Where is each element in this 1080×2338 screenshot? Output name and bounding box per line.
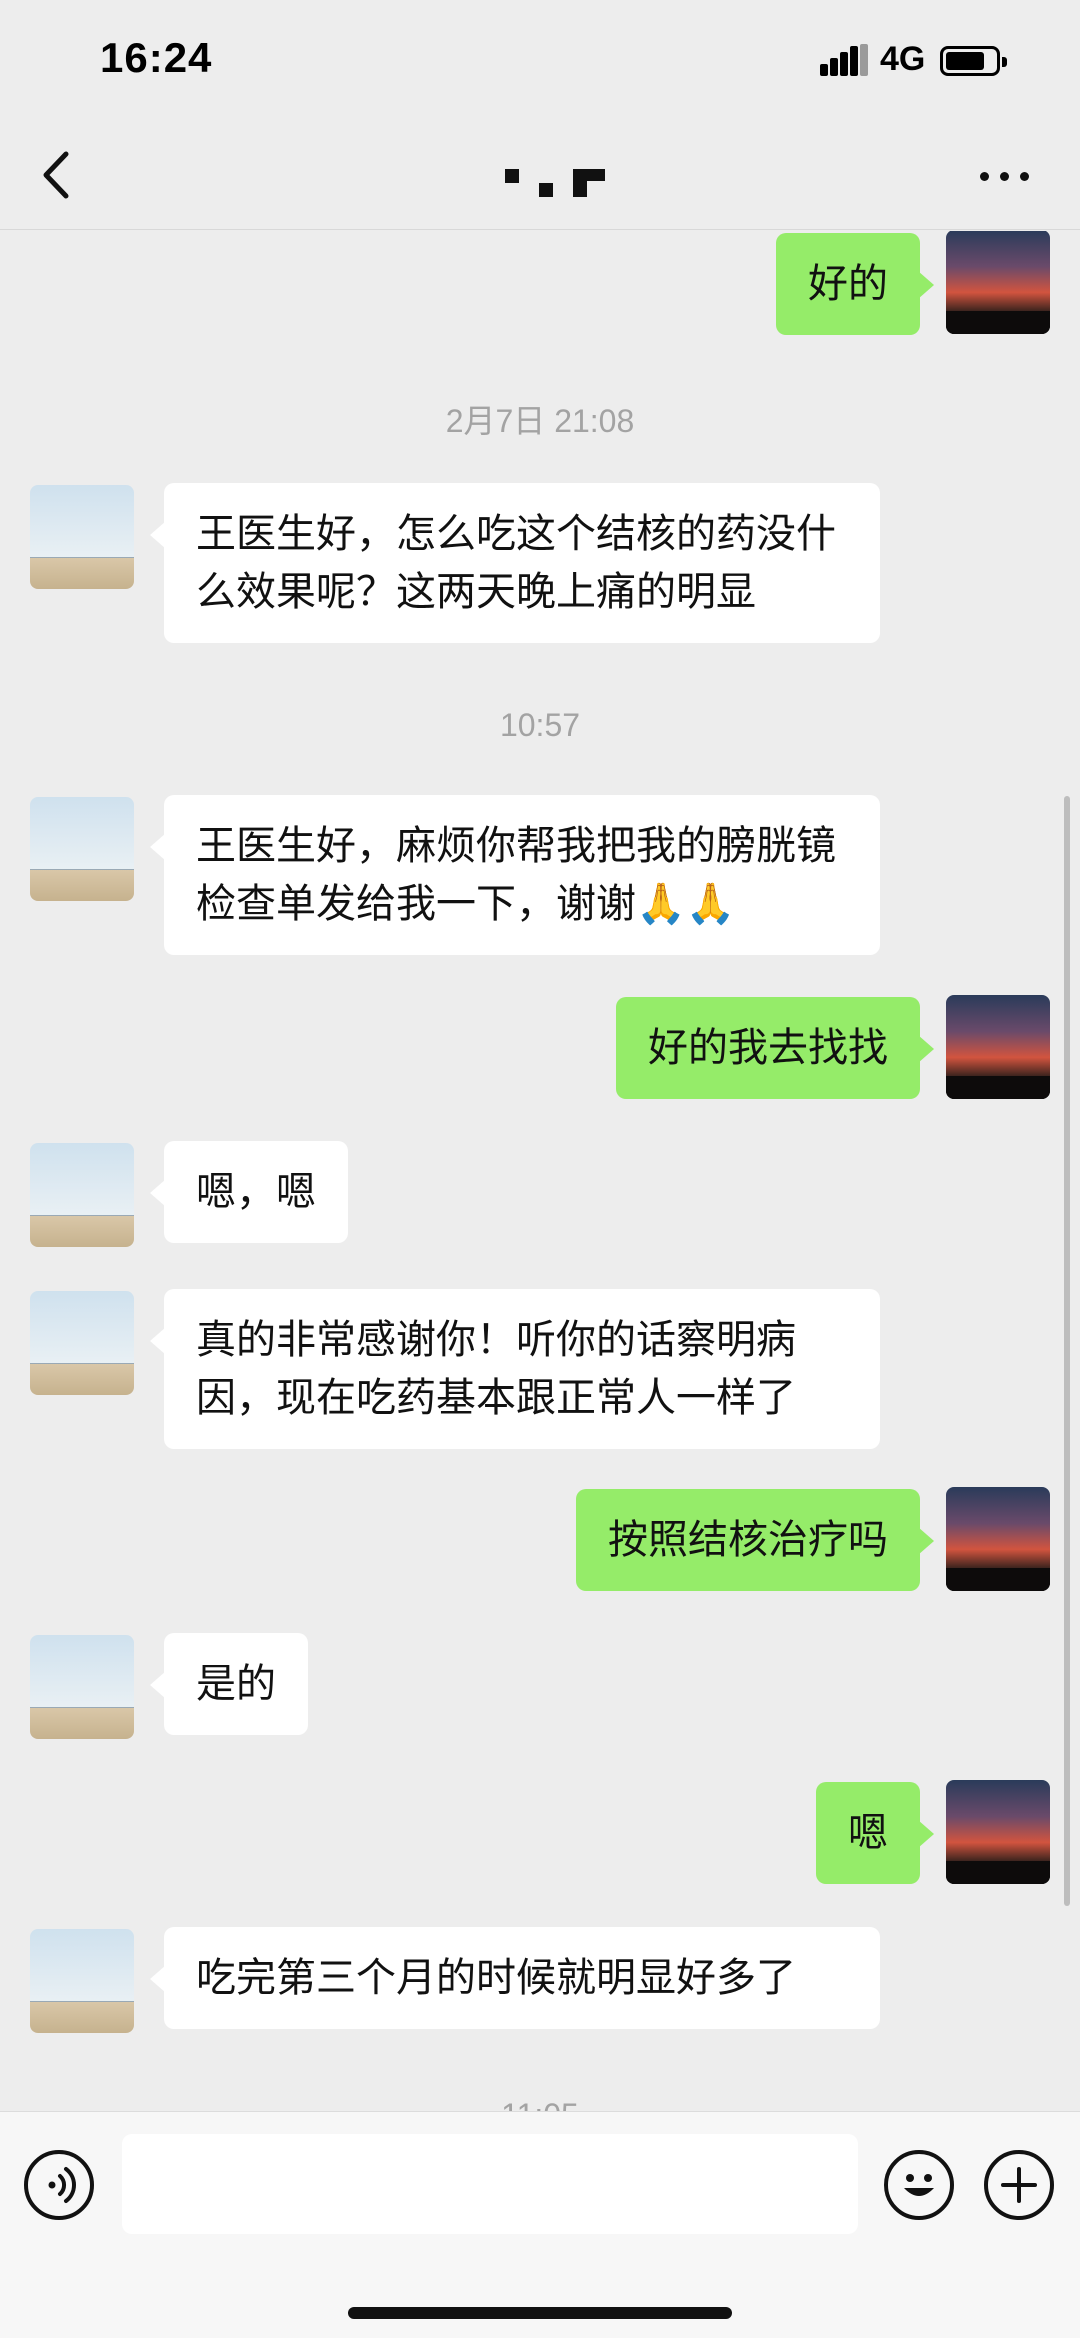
- message-bubble-received[interactable]: 王医生好，怎么吃这个结核的药没什么效果呢？这两天晚上痛的明显: [150, 483, 880, 643]
- more-options-icon[interactable]: [970, 150, 1040, 200]
- contact-avatar[interactable]: [30, 797, 134, 901]
- plus-icon: [1001, 2167, 1037, 2203]
- message-bubble-sent[interactable]: 好的我去找找: [616, 997, 934, 1099]
- message-timestamp: 11:05: [0, 2097, 1080, 2111]
- voice-input-button[interactable]: [24, 2150, 94, 2220]
- more-functions-button[interactable]: [984, 2150, 1054, 2220]
- my-avatar[interactable]: [946, 1487, 1050, 1591]
- status-bar: 16:24 4G: [0, 0, 1080, 120]
- contact-avatar[interactable]: [30, 1143, 134, 1247]
- contact-avatar[interactable]: [30, 1291, 134, 1395]
- my-avatar[interactable]: [946, 231, 1050, 334]
- emoji-button[interactable]: [884, 2150, 954, 2220]
- chat-scrollbar[interactable]: [1064, 796, 1070, 1906]
- chat-message-list[interactable]: 好的 2月7日 21:08 王医生好，怎么吃这个结核的药没什么效果呢？这两天晚上…: [0, 231, 1080, 2111]
- message-input[interactable]: [122, 2134, 858, 2234]
- contact-avatar[interactable]: [30, 1635, 134, 1739]
- voice-icon: [48, 2167, 76, 2203]
- message-bubble-received[interactable]: 嗯，嗯: [150, 1141, 348, 1243]
- contact-avatar[interactable]: [30, 485, 134, 589]
- my-avatar[interactable]: [946, 995, 1050, 1099]
- contact-avatar[interactable]: [30, 1929, 134, 2033]
- message-bubble-received[interactable]: 王医生好，麻烦你帮我把我的膀胱镜检查单发给我一下，谢谢🙏🙏: [150, 795, 880, 955]
- chat-title-redacted: [505, 165, 605, 205]
- back-arrow-icon[interactable]: [30, 142, 86, 208]
- network-type: 4G: [880, 40, 926, 78]
- my-avatar[interactable]: [946, 1780, 1050, 1884]
- input-bar: [0, 2111, 1080, 2338]
- message-bubble-received[interactable]: 是的: [150, 1633, 308, 1735]
- smiley-icon: [904, 2174, 934, 2196]
- status-time: 16:24: [100, 34, 213, 81]
- home-indicator[interactable]: [348, 2307, 732, 2319]
- message-timestamp: 2月7日 21:08: [445, 403, 635, 439]
- message-bubble-sent[interactable]: 按照结核治疗吗: [576, 1489, 934, 1591]
- message-bubble-received[interactable]: 真的非常感谢你！听你的话察明病因，现在吃药基本跟正常人一样了: [150, 1289, 880, 1449]
- battery-icon: [940, 46, 1007, 76]
- chat-header: [0, 120, 1080, 230]
- message-timestamp: 10:57: [499, 707, 581, 743]
- message-bubble-sent[interactable]: 好的: [776, 233, 934, 335]
- signal-icon: [820, 44, 870, 76]
- message-bubble-received[interactable]: 吃完第三个月的时候就明显好多了: [150, 1927, 880, 2029]
- message-bubble-sent[interactable]: 嗯: [816, 1782, 934, 1884]
